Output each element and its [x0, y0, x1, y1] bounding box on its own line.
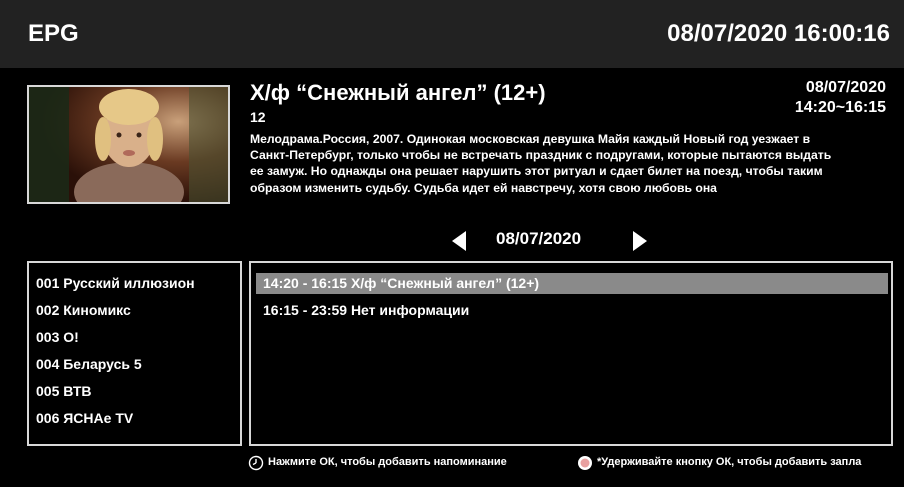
selected-date: 08/07/2020	[496, 229, 582, 248]
channel-item[interactable]: 006 ЯСНАе TV	[36, 410, 133, 426]
channel-list: 001 Русский иллюзион 002 Киномикс 003 O!…	[27, 261, 242, 446]
record-icon	[578, 456, 592, 470]
program-description: Мелодрама.Россия, 2007. Одинокая московс…	[250, 132, 832, 195]
schedule-list: 14:20 - 16:15 Х/ф “Снежный ангел” (12+) …	[249, 261, 893, 446]
footer-hints: Нажмите ОК, чтобы добавить напоминание *…	[0, 455, 904, 473]
epg-header: EPG 08/07/2020 16:00:16	[0, 0, 904, 68]
schedule-item-selected[interactable]: 14:20 - 16:15 Х/ф “Снежный ангел” (12+)	[256, 273, 888, 294]
channel-item[interactable]: 004 Беларусь 5	[36, 356, 142, 372]
reminder-hint: Нажмите ОК, чтобы добавить напоминание	[268, 456, 507, 468]
next-day-arrow-icon[interactable]	[633, 231, 647, 251]
program-time-range: 14:20~16:15	[794, 99, 886, 116]
channel-item[interactable]: 001 Русский иллюзион	[36, 275, 195, 291]
clock-icon	[248, 455, 264, 471]
channel-item[interactable]: 005 ВТВ	[36, 383, 92, 399]
channel-item[interactable]: 002 Киномикс	[36, 302, 131, 318]
page-title: EPG	[28, 20, 79, 47]
current-datetime: 08/07/2020 16:00:16	[667, 20, 890, 47]
program-date: 08/07/2020	[805, 79, 886, 96]
video-preview	[27, 85, 230, 204]
schedule-item[interactable]: 16:15 - 23:59 Нет информации	[256, 300, 888, 321]
date-navigator: 08/07/2020	[440, 226, 660, 256]
preview-image	[29, 87, 228, 202]
record-hint: *Удерживайте кнопку ОК, чтобы добавить з…	[597, 456, 862, 468]
channel-item[interactable]: 003 O!	[36, 329, 79, 345]
program-title: Х/ф “Снежный ангел” (12+)	[250, 80, 546, 105]
age-rating: 12	[250, 109, 266, 125]
prev-day-arrow-icon[interactable]	[452, 231, 466, 251]
